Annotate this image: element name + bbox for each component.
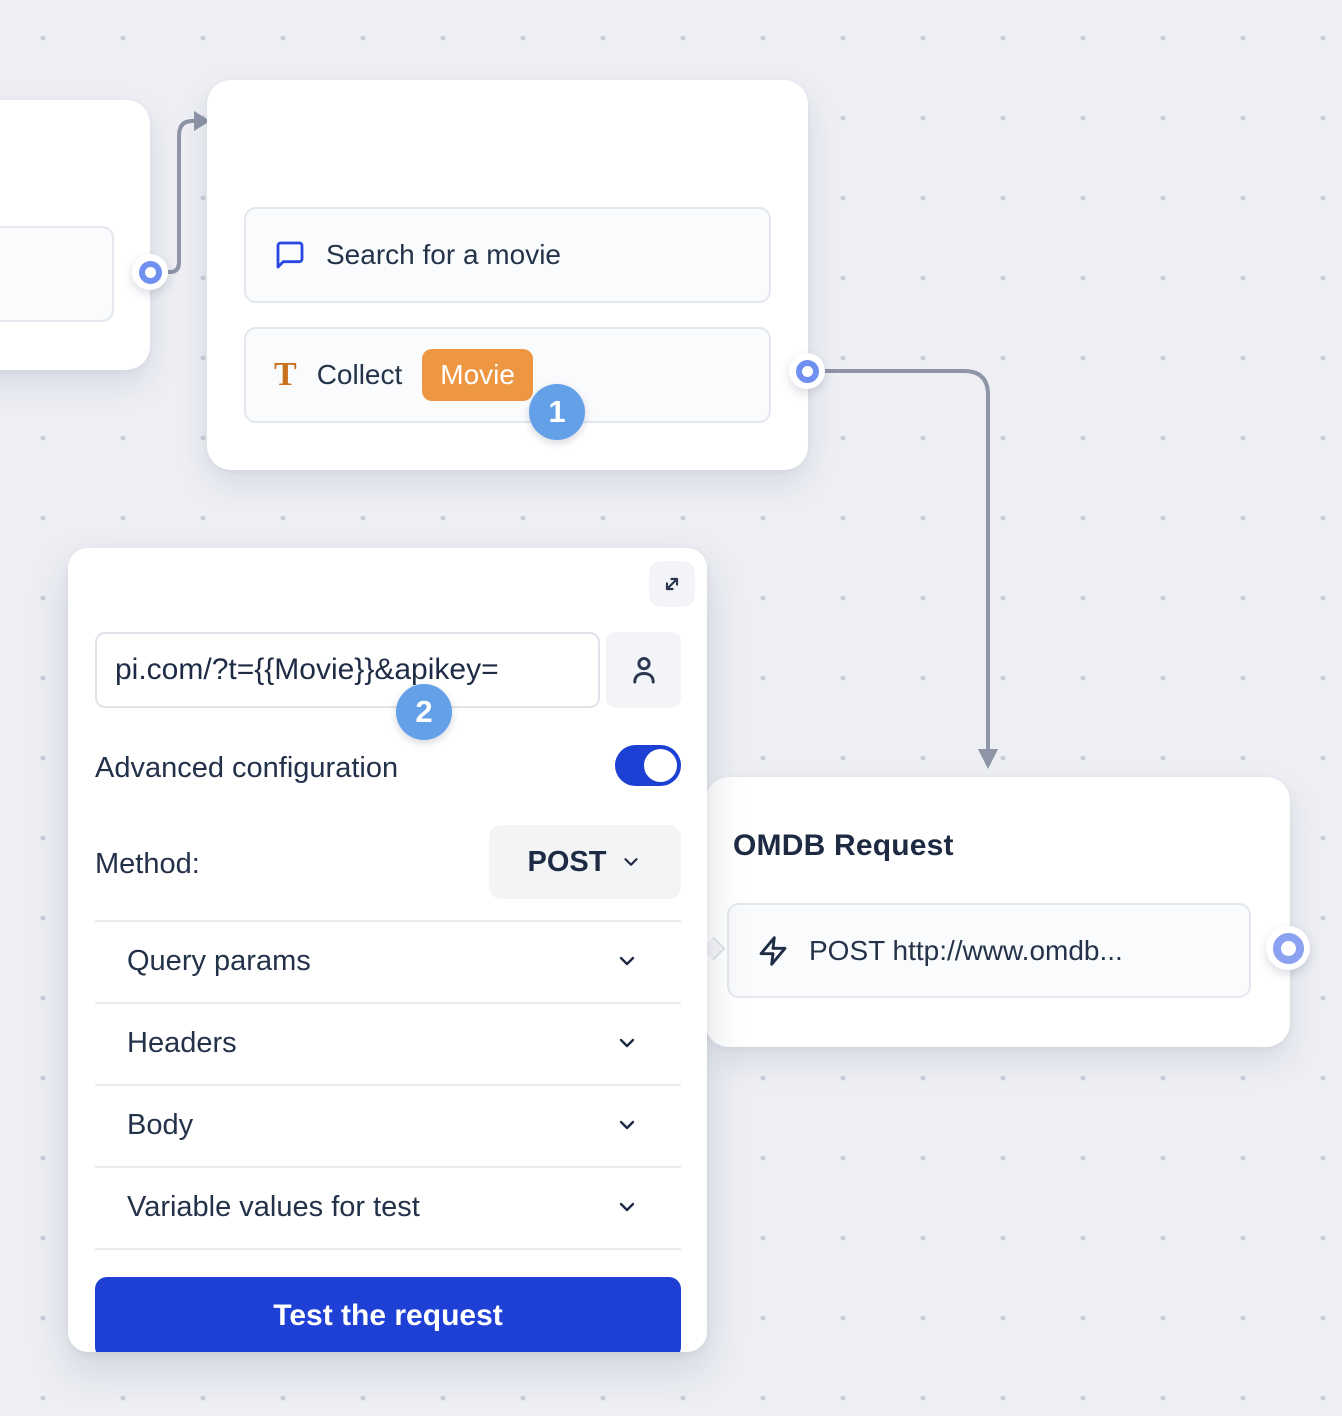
partial-node-item[interactable]	[0, 226, 114, 322]
advanced-configuration-toggle[interactable]	[615, 745, 681, 786]
section-query-params[interactable]: Query params	[95, 921, 681, 1001]
url-input-value: pi.com/?t={{Movie}}&apikey=	[115, 653, 499, 687]
node-item-omdb-post[interactable]: POST http://www.omdb...	[727, 903, 1251, 998]
node-item-label: POST http://www.omdb...	[809, 935, 1123, 967]
connector-omdb-arrowhead	[978, 749, 998, 769]
test-request-button[interactable]: Test the request	[95, 1277, 681, 1352]
step-badge-2: 2	[396, 684, 452, 740]
section-label: Headers	[127, 1027, 237, 1060]
method-dropdown[interactable]: POST	[489, 825, 681, 899]
chevron-down-icon	[615, 1195, 639, 1219]
section-label: Query params	[127, 945, 311, 978]
section-label: Variable values for test	[127, 1191, 420, 1224]
section-label: Body	[127, 1109, 193, 1142]
chevron-down-icon	[620, 851, 642, 873]
method-value: POST	[528, 846, 607, 879]
toggle-knob	[644, 749, 677, 782]
user-variable-button[interactable]	[606, 632, 681, 708]
node-item-label: Collect	[317, 359, 403, 391]
divider	[95, 1248, 681, 1250]
chevron-down-icon	[615, 1031, 639, 1055]
node-item-collect-movie[interactable]: T Collect Movie	[244, 327, 771, 423]
connector-movie-to-omdb	[824, 371, 988, 750]
expand-button[interactable]	[649, 561, 695, 607]
output-port-omdb-request[interactable]	[1266, 926, 1310, 970]
url-input[interactable]: pi.com/?t={{Movie}}&apikey=	[95, 632, 600, 708]
section-body[interactable]: Body	[95, 1085, 681, 1165]
node-item-label: Search for a movie	[326, 239, 561, 271]
chevron-down-icon	[615, 1113, 639, 1137]
test-request-button-label: Test the request	[273, 1299, 503, 1333]
node-title-omdb-request: OMDB Request	[733, 829, 954, 863]
output-port-left-card[interactable]	[132, 254, 168, 290]
text-icon: T	[274, 358, 297, 392]
node-item-search-for-movie[interactable]: Search for a movie	[244, 207, 771, 303]
variable-chip-movie[interactable]: Movie	[422, 349, 533, 401]
method-label: Method:	[95, 848, 200, 881]
partial-node-card[interactable]	[0, 100, 150, 370]
chat-bubble-icon	[274, 239, 306, 271]
expand-icon	[660, 572, 684, 596]
lightning-icon	[757, 935, 789, 967]
chevron-down-icon	[615, 949, 639, 973]
output-port-movie-search[interactable]	[789, 353, 825, 389]
connector-left-to-movie	[166, 121, 194, 272]
node-card-omdb-request[interactable]: OMDB Request POST http://www.omdb...	[705, 777, 1290, 1047]
person-icon	[627, 653, 661, 687]
section-variable-values[interactable]: Variable values for test	[95, 1167, 681, 1247]
advanced-configuration-label: Advanced configuration	[95, 752, 398, 785]
node-card-movie-search[interactable]: Movie search Search for a movie T Collec…	[207, 80, 808, 470]
step-badge-1: 1	[529, 384, 585, 440]
section-headers[interactable]: Headers	[95, 1003, 681, 1083]
webhook-config-panel: pi.com/?t={{Movie}}&apikey= Advanced con…	[68, 548, 707, 1352]
